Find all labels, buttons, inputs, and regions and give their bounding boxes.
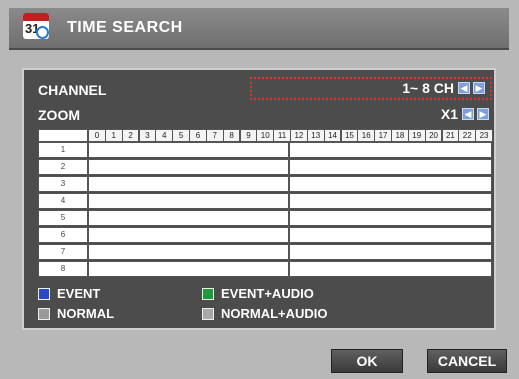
hour-header-cell: 19 (407, 129, 426, 142)
time-search-panel: CHANNEL 1~ 8 CH ◀ ▶ ZOOM X1 ◀ ▶ 01234567… (22, 68, 496, 330)
hour-header-cell: 6 (189, 129, 207, 142)
hour-header-cell: 16 (357, 129, 376, 142)
hour-header-cell: 3 (138, 129, 157, 142)
calendar-clock-icon: 31 (23, 13, 49, 39)
zoom-next-icon[interactable]: ▶ (477, 108, 489, 120)
channel-next-icon[interactable]: ▶ (473, 82, 485, 94)
hour-header-cell: 22 (458, 129, 477, 142)
channel-row-label: 4 (38, 193, 88, 209)
hour-header-cell: 21 (441, 129, 460, 142)
hour-header-cell: 17 (374, 129, 392, 142)
channel-timeline-row[interactable] (88, 176, 492, 192)
channel-row-label: 6 (38, 227, 88, 243)
event-swatch (38, 288, 50, 300)
channel-timeline-row[interactable] (88, 261, 492, 277)
hour-header-cell: 15 (340, 129, 359, 142)
time-grid[interactable]: 0 1 2 3 4 5 6 7 8 9 10 11 12 13 14 15 16 17 18 19 20 21 22 23 1 2… (38, 129, 493, 278)
grid-corner (38, 129, 88, 142)
hour-header-cell: 0 (88, 129, 106, 142)
channel-timeline-row[interactable] (88, 142, 492, 158)
normal-audio-swatch (202, 308, 214, 320)
hour-header-cell: 1 (104, 129, 123, 142)
channel-label: CHANNEL (38, 82, 107, 98)
channel-value: 1~ 8 CH (402, 80, 454, 96)
channel-timeline-row[interactable] (88, 159, 492, 175)
normal-audio-legend-label: NORMAL+AUDIO (221, 306, 328, 321)
hour-header-cell: 4 (155, 129, 174, 142)
hour-header-cell: 5 (172, 129, 190, 142)
channel-row-label: 8 (38, 261, 88, 277)
channel-row-label: 2 (38, 159, 88, 175)
hour-header-cell: 12 (290, 129, 308, 142)
channel-row-label: 5 (38, 210, 88, 226)
normal-swatch (38, 308, 50, 320)
event-audio-swatch (202, 288, 214, 300)
zoom-prev-icon[interactable]: ◀ (462, 108, 474, 120)
hour-header-cell: 9 (239, 129, 258, 142)
channel-row-label: 1 (38, 142, 88, 158)
midday-divider (288, 142, 290, 278)
channel-timeline-row[interactable] (88, 227, 492, 243)
ok-button[interactable]: OK (331, 349, 403, 373)
channel-timeline-row[interactable] (88, 193, 492, 209)
channel-row-label: 7 (38, 244, 88, 260)
event-audio-legend-label: EVENT+AUDIO (221, 286, 314, 301)
hour-header-cell: 20 (424, 129, 443, 142)
channel-timeline-row[interactable] (88, 244, 492, 260)
channel-row-label: 3 (38, 176, 88, 192)
event-legend-label: EVENT (57, 286, 101, 301)
channel-timeline-row[interactable] (88, 210, 492, 226)
hour-header-cell: 2 (121, 129, 140, 142)
zoom-value: X1 (440, 106, 458, 122)
hour-header-cell: 14 (323, 129, 342, 142)
hour-header-cell: 8 (222, 129, 241, 142)
normal-legend-label: NORMAL (57, 306, 115, 321)
dialog-title-bar: 31 TIME SEARCH (9, 8, 509, 50)
hour-header-cell: 23 (475, 129, 493, 142)
dialog-title: TIME SEARCH (67, 19, 183, 36)
cancel-button[interactable]: CANCEL (427, 349, 507, 373)
hour-header-cell: 18 (391, 129, 409, 142)
zoom-selector[interactable]: X1 ◀ ▶ (404, 106, 494, 124)
hour-header-cell: 11 (273, 129, 291, 142)
channel-prev-icon[interactable]: ◀ (458, 82, 470, 94)
hour-header-cell: 10 (256, 129, 275, 142)
zoom-label: ZOOM (38, 107, 80, 123)
channel-selector[interactable]: 1~ 8 CH ◀ ▶ (250, 77, 492, 100)
hour-header-cell: 13 (306, 129, 325, 142)
hour-header-cell: 7 (205, 129, 224, 142)
